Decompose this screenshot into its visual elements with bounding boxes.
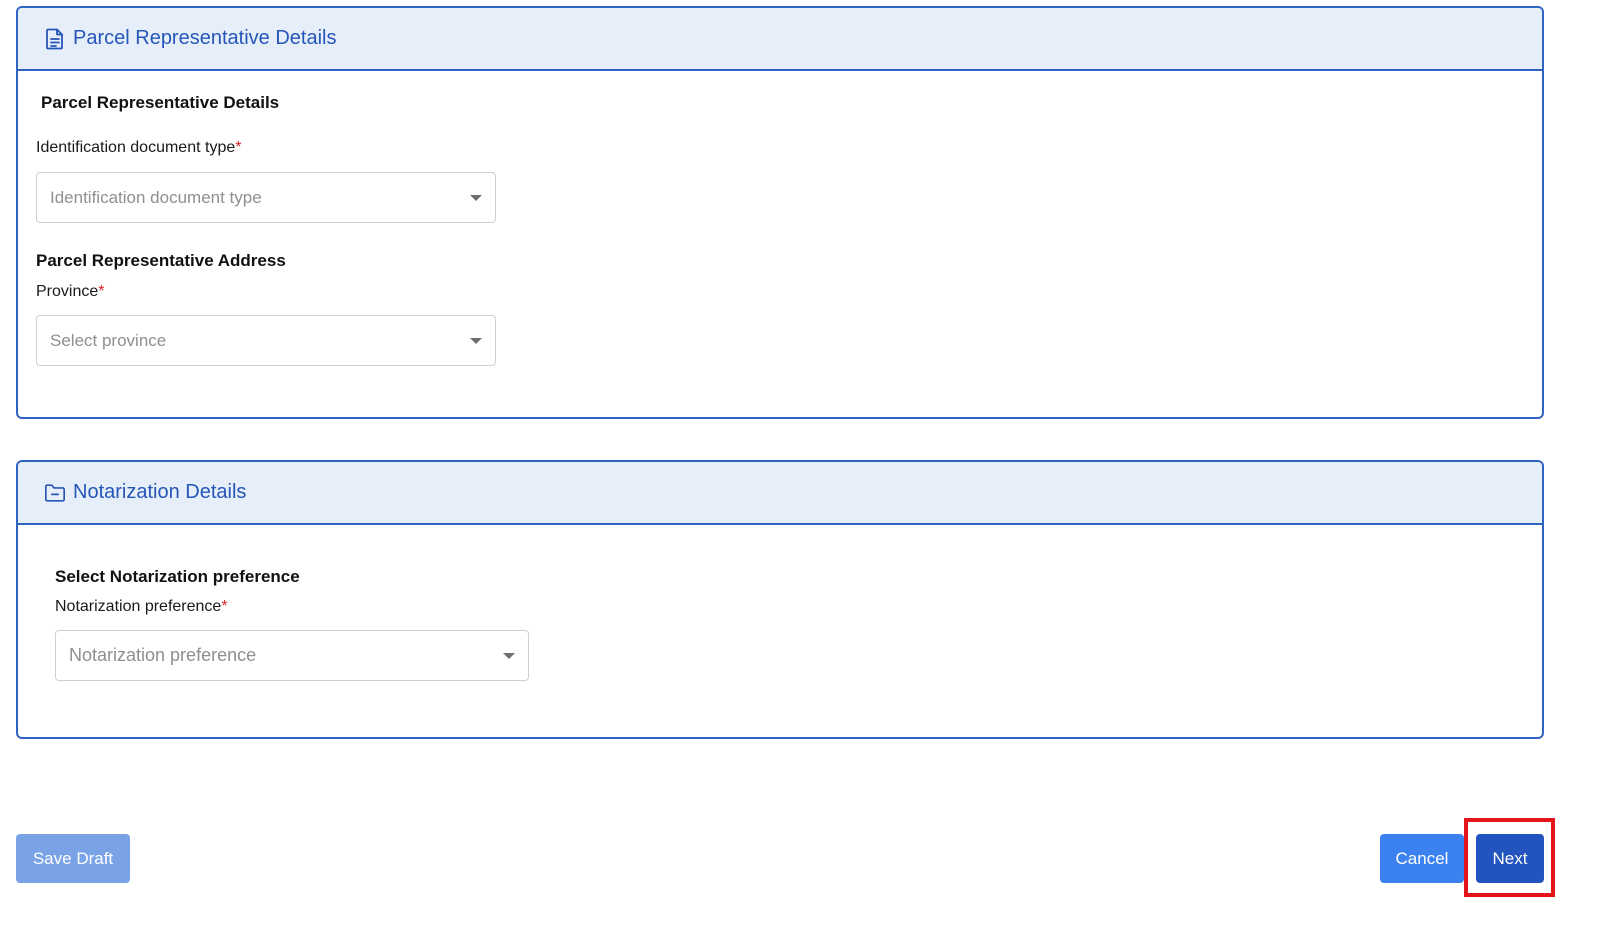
address-section-title: Parcel Representative Address: [36, 251, 286, 270]
folder-minus-icon: [44, 482, 66, 504]
chevron-down-icon: [470, 337, 482, 344]
province-select[interactable]: Select province: [36, 315, 496, 366]
province-placeholder: Select province: [50, 330, 167, 350]
required-marker: *: [221, 598, 228, 615]
id-doc-type-label: Identification document type*: [36, 139, 241, 157]
parcel-representative-card: Parcel Representative Details Parcel Rep…: [16, 6, 1544, 419]
required-marker: *: [98, 283, 105, 300]
label-text: Notarization preference: [55, 598, 222, 615]
id-doc-type-select[interactable]: Identification document type: [36, 172, 496, 223]
card-title: Notarization Details: [73, 481, 247, 503]
chevron-down-icon: [470, 194, 482, 201]
parcel-representative-header: Parcel Representative Details: [18, 8, 1542, 71]
save-draft-button[interactable]: Save Draft: [16, 834, 130, 883]
card-title: Parcel Representative Details: [73, 27, 337, 49]
province-label: Province*: [36, 283, 104, 301]
notarization-card: Notarization Details Select Notarization…: [16, 460, 1544, 739]
cancel-button[interactable]: Cancel: [1380, 834, 1464, 883]
label-text: Province: [36, 283, 99, 300]
section-title: Parcel Representative Details: [41, 93, 280, 112]
next-button[interactable]: Next: [1476, 834, 1544, 883]
section-title: Select Notarization preference: [55, 567, 300, 586]
notarization-preference-label: Notarization preference*: [55, 598, 228, 616]
required-marker: *: [235, 139, 242, 156]
id-doc-type-placeholder: Identification document type: [50, 187, 262, 207]
chevron-down-icon: [503, 652, 515, 659]
label-text: Identification document type: [36, 139, 236, 156]
document-icon: [44, 28, 66, 50]
notarization-preference-placeholder: Notarization preference: [69, 645, 257, 665]
notarization-header: Notarization Details: [18, 462, 1542, 525]
notarization-preference-select[interactable]: Notarization preference: [55, 630, 529, 681]
